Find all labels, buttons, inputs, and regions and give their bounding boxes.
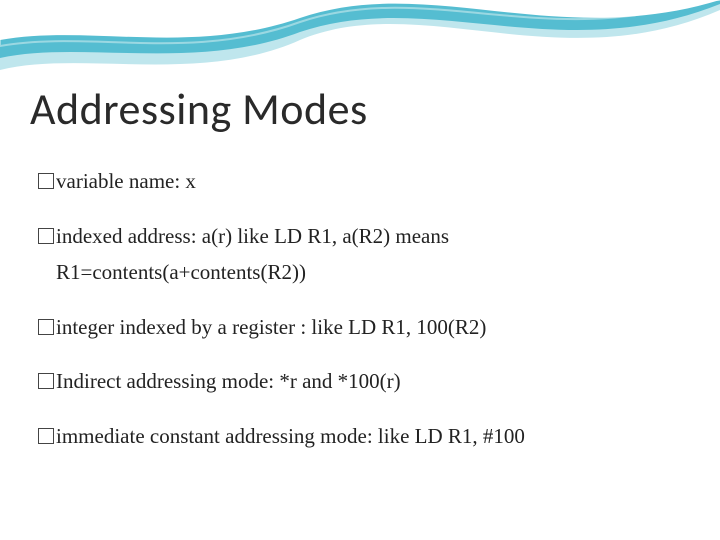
square-bullet-icon xyxy=(38,428,54,444)
bullet-text: integer indexed by a register : like LD … xyxy=(56,315,486,339)
slide: Addressing Modes variable name: x indexe… xyxy=(0,0,720,540)
bullet-item: integer indexed by a register : like LD … xyxy=(38,311,682,344)
square-bullet-icon xyxy=(38,373,54,389)
bullet-item: Indirect addressing mode: *r and *100(r) xyxy=(38,365,682,398)
slide-body: variable name: x indexed address: a(r) l… xyxy=(38,165,682,474)
bullet-text: indexed address: a(r) like LD R1, a(R2) … xyxy=(56,224,449,248)
slide-title: Addressing Modes xyxy=(30,82,368,136)
bullet-text: immediate constant addressing mode: like… xyxy=(56,424,525,448)
square-bullet-icon xyxy=(38,319,54,335)
bullet-item: immediate constant addressing mode: like… xyxy=(38,420,682,453)
square-bullet-icon xyxy=(38,228,54,244)
bullet-text-continuation: R1=contents(a+contents(R2)) xyxy=(56,256,682,289)
square-bullet-icon xyxy=(38,173,54,189)
bullet-text: Indirect addressing mode: *r and *100(r) xyxy=(56,369,401,393)
bullet-item: variable name: x xyxy=(38,165,682,198)
bullet-text: variable name: x xyxy=(56,169,196,193)
bullet-item: indexed address: a(r) like LD R1, a(R2) … xyxy=(38,220,682,289)
